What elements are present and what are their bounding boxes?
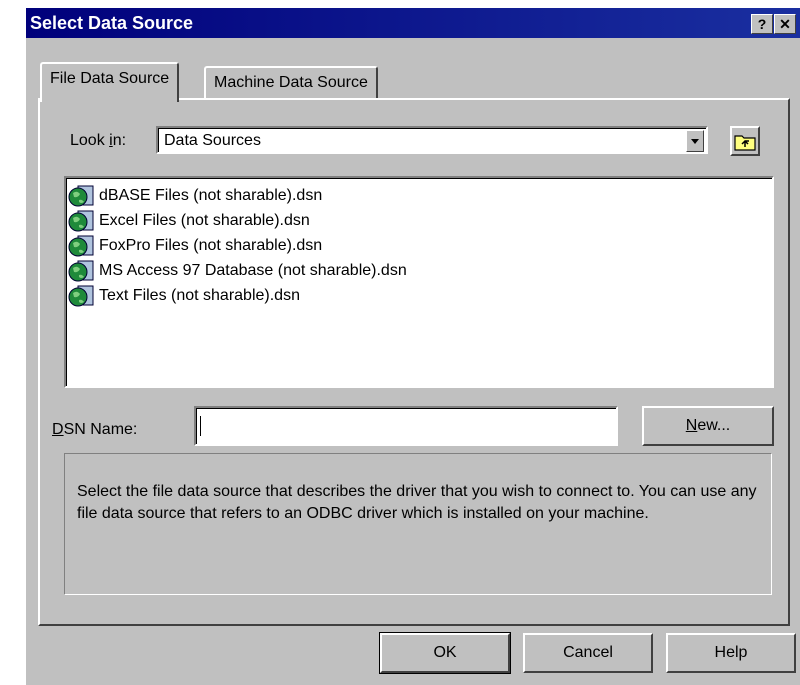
title-bar[interactable]: Select Data Source ? ✕	[26, 8, 800, 38]
close-button[interactable]: ✕	[774, 14, 796, 34]
file-name: MS Access 97 Database (not sharable).dsn	[99, 262, 407, 279]
cancel-button[interactable]: Cancel	[523, 633, 653, 673]
up-folder-icon	[734, 135, 756, 151]
info-text: Select the file data source that describ…	[77, 483, 757, 522]
dsn-name-input[interactable]	[194, 406, 618, 446]
file-list[interactable]: dBASE Files (not sharable).dsn Excel Fil…	[64, 176, 774, 388]
window-title: Select Data Source	[30, 13, 194, 33]
file-name: Text Files (not sharable).dsn	[99, 287, 300, 304]
chevron-down-icon[interactable]	[686, 130, 704, 152]
file-name: dBASE Files (not sharable).dsn	[99, 187, 323, 204]
file-name: FoxPro Files (not sharable).dsn	[99, 237, 323, 254]
up-one-level-button[interactable]	[730, 126, 760, 156]
data-source-globe-icon	[68, 235, 94, 257]
info-groupbox: Select the file data source that describ…	[64, 453, 772, 595]
tab-file-data-source[interactable]: File Data Source	[40, 62, 180, 102]
help-title-button[interactable]: ?	[751, 14, 773, 34]
help-button[interactable]: Help	[666, 633, 796, 673]
dsn-name-label: DSN Name:	[52, 421, 138, 438]
new-button[interactable]: New...	[642, 406, 774, 446]
look-in-label: Look in:	[70, 132, 127, 149]
ok-button[interactable]: OK	[379, 632, 511, 674]
file-name: Excel Files (not sharable).dsn	[99, 212, 310, 229]
data-source-globe-icon	[68, 185, 94, 207]
data-source-globe-icon	[68, 210, 94, 232]
select-data-source-dialog: Select Data Source ? ✕ File Data Source …	[26, 8, 800, 685]
data-source-globe-icon	[68, 260, 94, 282]
look-in-combobox[interactable]: Data Sources	[156, 126, 708, 154]
data-source-globe-icon	[68, 285, 94, 307]
text-caret	[200, 416, 201, 436]
tab-machine-data-source[interactable]: Machine Data Source	[204, 66, 378, 100]
look-in-value: Data Sources	[164, 132, 261, 149]
